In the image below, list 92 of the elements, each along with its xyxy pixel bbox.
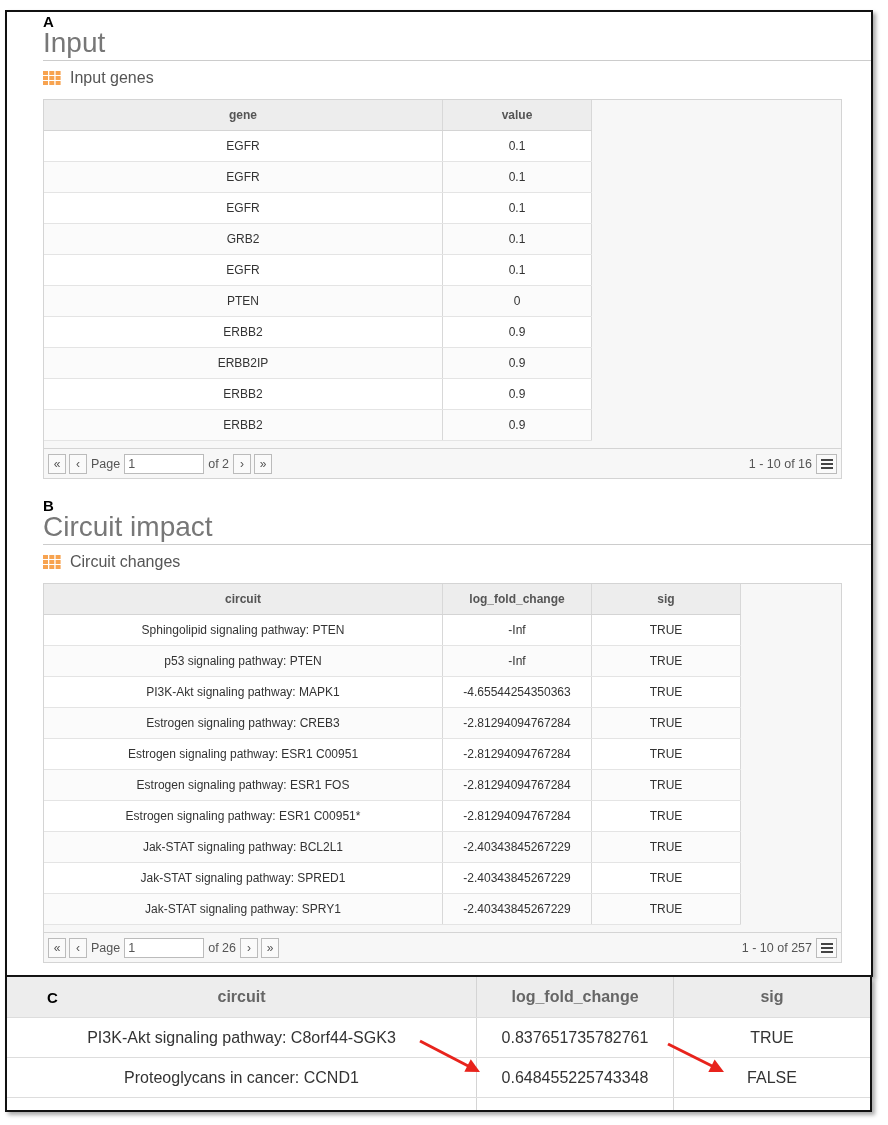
table-cell: Jak-STAT signaling pathway: BCL2L1: [44, 832, 443, 862]
table-cell: TRUE: [592, 677, 741, 707]
column-header[interactable]: sig: [592, 584, 741, 614]
table-icon: [43, 555, 61, 569]
table-cell: TRUE: [592, 646, 741, 676]
table-cell: 0.1: [443, 193, 592, 223]
table-cell: -2.81294094767284: [443, 708, 592, 738]
table-cell: 0.9: [443, 317, 592, 347]
table-cell: Estrogen signaling pathway: CREB3: [44, 708, 443, 738]
page-field[interactable]: 1: [124, 937, 205, 958]
table-cell: EGFR: [44, 131, 443, 161]
table-cell: p53 signaling pathway: PTEN: [44, 646, 443, 676]
table-cell: GRB2: [44, 224, 443, 254]
table-cell: TRUE: [592, 739, 741, 769]
next-page-button[interactable]: ›: [233, 453, 252, 474]
column-header[interactable]: gene: [44, 100, 443, 130]
table-cell: -Inf: [443, 615, 592, 645]
table-cell: PI3K-Akt signaling pathway: C8orf44-SGK3: [7, 1018, 477, 1057]
previous-page-button[interactable]: ‹: [69, 937, 87, 958]
table-cell: EGFR: [44, 255, 443, 285]
table-cell: -Inf: [443, 646, 592, 676]
menu-icon: [820, 458, 833, 469]
panel-label: A: [43, 15, 54, 29]
table-cell: TRUE: [592, 615, 741, 645]
table-cell: PTEN: [44, 286, 443, 316]
table-cell: TRUE: [592, 894, 741, 924]
table-cell: EGFR: [44, 193, 443, 223]
page-count: of 26: [207, 940, 237, 955]
column-header[interactable]: sig: [674, 977, 870, 1017]
column-header[interactable]: circuit: [44, 584, 443, 614]
table-cell: ERBB2: [44, 317, 443, 347]
table-cell-text: FALSE: [746, 1067, 798, 1088]
table-title: Input genes: [70, 69, 154, 87]
menu-button[interactable]: [816, 937, 837, 958]
table-cell: 0.837651735782761: [477, 1018, 674, 1057]
table-cell: Jak-STAT signaling pathway: SPRY1: [44, 894, 443, 924]
last-page-button[interactable]: »: [261, 937, 279, 958]
table-cell: Estrogen signaling pathway: ESR1 C00951: [44, 739, 443, 769]
table-cell: 0: [443, 286, 592, 316]
record-range: 1 - 10 of 257: [740, 940, 813, 955]
section-title: Circuit impact: [43, 513, 871, 545]
table-cell: Jak-STAT signaling pathway: SPRED1: [44, 863, 443, 893]
table-cell: ERBB2IP: [44, 348, 443, 378]
table-cell: 0.1: [443, 255, 592, 285]
table-cell: -2.81294094767284: [443, 739, 592, 769]
table-cell: Estrogen signaling pathway: ESR1 C00951*: [44, 801, 443, 831]
last-page-button[interactable]: »: [254, 453, 273, 474]
table-cell: 0.9: [443, 379, 592, 409]
table-cell: -4.65544254350363: [443, 677, 592, 707]
table-cell: TRUE: [592, 863, 741, 893]
table-cell: Estrogen signaling pathway: ESR1 FOS: [44, 770, 443, 800]
menu-icon: [820, 942, 833, 953]
table-cell: -2.40343845267229: [443, 863, 592, 893]
column-header[interactable]: value: [443, 100, 592, 130]
table-cell: 0.1: [443, 162, 592, 192]
table-cell: 0.1: [443, 131, 592, 161]
column-header[interactable]: log_fold_change: [477, 977, 674, 1017]
table-title: Circuit changes: [70, 553, 181, 571]
arrow: [667, 1042, 724, 1072]
previous-page-button[interactable]: ‹: [69, 453, 87, 474]
arrow: [419, 1039, 480, 1072]
table-cell: 0.9: [443, 348, 592, 378]
panel-label: B: [43, 499, 54, 513]
table-cell: 0.1: [443, 224, 592, 254]
menu-button[interactable]: [816, 453, 837, 474]
table-cell: -2.40343845267229: [443, 894, 592, 924]
table-cell-text: TRUE: [749, 1027, 795, 1048]
first-page-button[interactable]: «: [48, 453, 66, 474]
table-cell: TRUE: [592, 832, 741, 862]
panel-label: C: [47, 989, 58, 1006]
table-cell: PI3K-Akt signaling pathway: MAPK1: [44, 677, 443, 707]
page-field[interactable]: 1: [124, 453, 205, 474]
section-title: Input: [43, 29, 871, 61]
next-page-button[interactable]: ›: [240, 937, 258, 958]
table-cell: -2.40343845267229: [443, 832, 592, 862]
page-label: Page: [90, 456, 122, 471]
table-cell: ERBB2: [44, 410, 443, 440]
table-cell: 0.9: [443, 410, 592, 440]
first-page-button[interactable]: «: [48, 937, 66, 958]
column-header[interactable]: log_fold_change: [443, 584, 592, 614]
record-range: 1 - 10 of 16: [747, 456, 813, 471]
table-cell: -2.81294094767284: [443, 801, 592, 831]
table-icon: [43, 71, 61, 85]
table-cell: -2.81294094767284: [443, 770, 592, 800]
table-cell: TRUE: [592, 801, 741, 831]
page-count: of 2: [207, 456, 231, 471]
page-label: Page: [90, 940, 122, 955]
table-cell: ERBB2: [44, 379, 443, 409]
table-cell: TRUE: [592, 708, 741, 738]
table-cell: TRUE: [592, 770, 741, 800]
table-cell: Sphingolipid signaling pathway: PTEN: [44, 615, 443, 645]
table-cell: EGFR: [44, 162, 443, 192]
